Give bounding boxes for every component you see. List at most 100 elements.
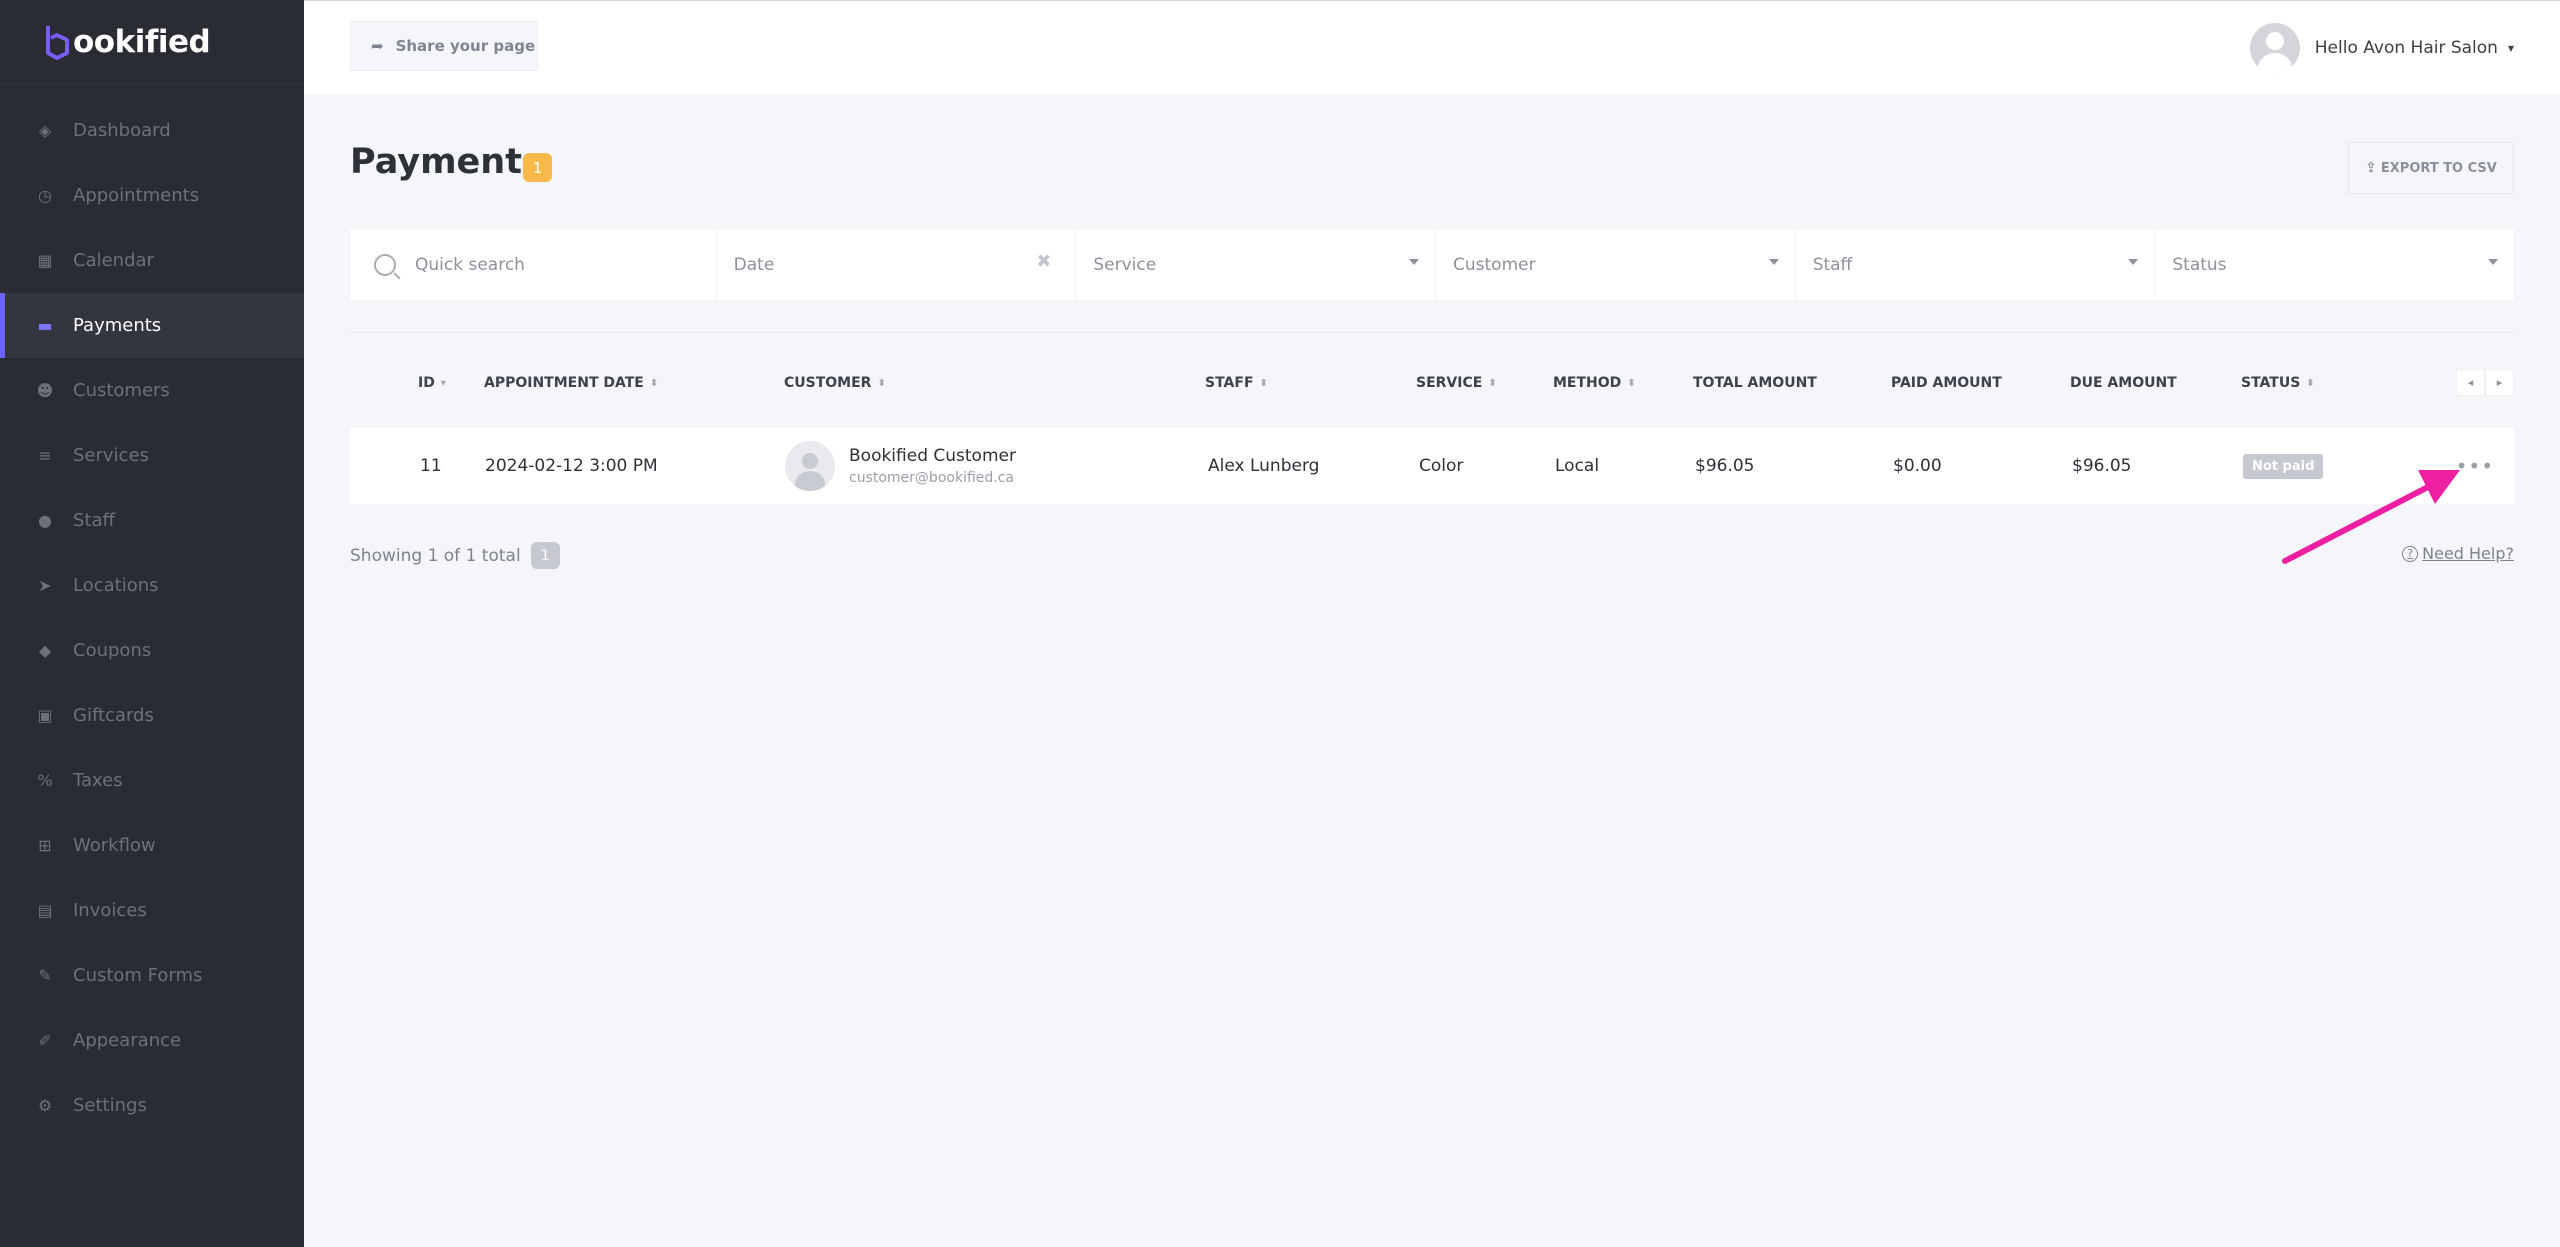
sidebar-item-appointments[interactable]: ◷ Appointments [0,163,304,228]
calendar-icon: ▦ [37,251,53,270]
status-filter[interactable]: Status [2155,229,2514,300]
column-header-appointment-date[interactable]: APPOINTMENT DATE ⬍ [484,375,658,391]
sort-icon: ⬍ [649,377,659,389]
sort-icon: ⬍ [1259,377,1268,389]
customer-filter-label: Customer [1453,254,1536,275]
clear-date-icon[interactable]: ✖ [1036,251,1051,272]
share-page-label: Share your page [395,37,536,55]
sidebar-item-label: Appointments [73,185,200,206]
sidebar-item-coupons[interactable]: ◆ Coupons [0,618,304,683]
sidebar-item-workflow[interactable]: ⊞ Workflow [0,813,304,878]
sidebar-item-invoices[interactable]: ▤ Invoices [0,878,304,943]
column-header-id[interactable]: ID ▾ [418,375,446,391]
column-header-customer[interactable]: CUSTOMER ⬍ [784,375,886,391]
sidebar-item-calendar[interactable]: ▦ Calendar [0,228,304,293]
sidebar-item-label: Payments [73,315,162,336]
sidebar-item-locations[interactable]: ➤ Locations [0,553,304,618]
sort-icon: ⬍ [1488,377,1497,389]
sidebar-item-label: Workflow [73,835,156,856]
column-header-paid-amount: PAID AMOUNT [1891,375,2002,391]
scroll-left-button[interactable]: ◂ [2456,369,2485,396]
wallet-icon: ▬ [37,316,53,335]
sidebar-item-dashboard[interactable]: ◈ Dashboard [0,98,304,163]
sort-desc-icon: ▾ [440,377,446,389]
column-header-service[interactable]: SERVICE ⬍ [1416,375,1497,391]
cell-customer[interactable]: Bookified Customer customer@bookified.ca [785,428,1016,504]
sidebar-item-taxes[interactable]: % Taxes [0,748,304,813]
service-filter[interactable]: Service [1076,229,1437,300]
date-filter-label: Date [733,254,775,275]
customer-avatar [785,441,835,491]
user-icon: ● [38,511,52,530]
sidebar-item-label: Settings [73,1095,147,1116]
dashboard-icon: ◈ [38,121,52,140]
staff-dropdown-arrow-icon [2128,259,2139,265]
showing-summary: Showing 1 of 1 total 1 [350,542,560,569]
sidebar-item-appearance[interactable]: ✐ Appearance [0,1008,304,1073]
customer-email: customer@bookified.ca [849,470,1014,486]
sidebar-item-staff[interactable]: ● Staff [0,488,304,553]
cell-staff: Alex Lunberg [1208,456,1320,476]
customer-name: Bookified Customer [849,446,1016,466]
table-footer: Showing 1 of 1 total 1 ? Need Help? [350,538,2514,569]
sidebar-item-giftcards[interactable]: ▣ Giftcards [0,683,304,748]
sidebar-item-label: Dashboard [73,120,171,141]
tag-icon: ◆ [38,641,52,660]
sidebar-item-label: Giftcards [73,705,154,726]
column-header-status[interactable]: STATUS ⬍ [2241,375,2315,391]
cell-method: Local [1555,456,1600,476]
list-icon: ≡ [38,446,52,465]
sidebar-item-services[interactable]: ≡ Services [0,423,304,488]
user-avatar [2249,23,2300,73]
share-icon: ➦ [371,37,384,55]
status-filter-label: Status [2172,254,2227,275]
users-icon: ☻ [36,381,54,400]
showing-text: Showing 1 of 1 total [350,545,521,566]
column-header-due-amount: DUE AMOUNT [2070,375,2177,391]
export-csv-button[interactable]: ⇪ EXPORT TO CSV [2348,142,2514,194]
cell-due-amount: $96.05 [2072,456,2132,476]
search-icon [374,253,396,276]
sidebar-item-label: Coupons [73,640,152,661]
file-icon: ▤ [37,901,53,920]
divider [350,332,2514,333]
user-menu[interactable]: Hello Avon Hair Salon ▾ [2249,23,2514,73]
sidebar-item-customers[interactable]: ☻ Customers [0,358,304,423]
service-dropdown-arrow-icon [1409,259,1420,265]
logo-text: ookified [73,24,211,60]
column-header-staff[interactable]: STAFF ⬍ [1205,375,1268,391]
sidebar-item-label: Calendar [73,250,154,271]
quick-search-input[interactable]: Quick search [350,229,717,300]
table-pager: ◂ ▸ [2456,369,2514,396]
service-filter-label: Service [1093,254,1157,275]
sidebar-item-payments[interactable]: ▬ Payments [0,293,304,358]
main-content: Payments 1 ⇪ EXPORT TO CSV Quick search … [350,94,2514,569]
sidebar-item-label: Custom Forms [73,965,203,986]
date-filter[interactable]: Date ✖ [717,229,1077,300]
sidebar-item-label: Taxes [73,770,123,791]
sidebar-item-label: Customers [73,380,170,401]
sidebar-item-label: Locations [73,575,159,596]
annotation-arrow [2282,470,2460,564]
table-header: ID ▾ APPOINTMENT DATE ⬍ CUSTOMER ⬍ STAFF ⬍ S… [350,369,2514,399]
page-title: Payments [350,142,543,182]
cell-paid-amount: $0.00 [1893,456,1942,476]
topbar: ➦ Share your page Hello Avon Hair Salon … [304,0,2560,94]
staff-filter[interactable]: Staff [1796,229,2156,300]
scroll-right-button[interactable]: ▸ [2485,369,2514,396]
customer-filter[interactable]: Customer [1436,229,1796,300]
total-count-badge: 1 [530,542,560,569]
table-row[interactable]: 11 2024-02-12 3:00 PM Bookified Customer… [350,428,2514,504]
share-page-button[interactable]: ➦ Share your page [350,21,538,71]
column-header-method[interactable]: METHOD ⬍ [1553,375,1636,391]
column-header-total-amount: TOTAL AMOUNT [1693,375,1817,391]
sidebar-item-settings[interactable]: ⚙ Settings [0,1073,304,1138]
gift-icon: ▣ [37,706,53,725]
percent-icon: % [37,771,53,790]
sidebar: ookified ◈ Dashboard ◷ Appointments ▦ Calenda… [0,0,304,1247]
sidebar-item-label: Staff [73,510,115,531]
sidebar-item-custom-forms[interactable]: ✎ Custom Forms [0,943,304,1008]
logo[interactable]: ookified [0,0,304,85]
cell-appointment-date: 2024-02-12 3:00 PM [485,456,658,476]
bookified-logo-icon [46,26,69,60]
